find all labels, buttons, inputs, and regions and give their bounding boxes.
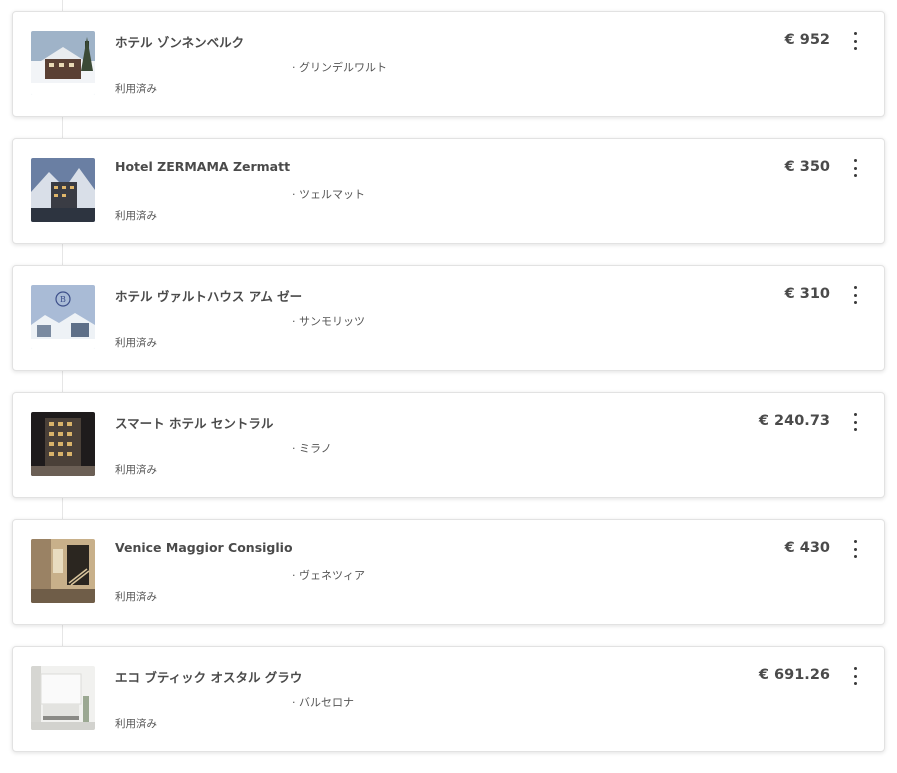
hotel-city: · サンモリッツ — [292, 315, 365, 328]
hotel-name[interactable]: エコ ブティック オスタル グラウ — [115, 667, 302, 686]
hotel-name[interactable]: ホテル ゾンネンベルク — [115, 32, 244, 51]
booking-price: € 430 — [784, 540, 830, 556]
booking-price: € 240.73 — [758, 413, 830, 429]
booking-card[interactable]: Hotel ZERMAMA Zermatt · ツェルマット 利用済み € 35… — [12, 138, 885, 244]
booking-card[interactable]: Venice Maggior Consiglio · ヴェネツィア 利用済み €… — [12, 519, 885, 625]
booking-price: € 691.26 — [758, 667, 830, 683]
more-options-icon[interactable] — [848, 667, 862, 685]
hotel-city: · ツェルマット — [292, 188, 365, 201]
hotel-photo — [31, 539, 95, 603]
hotel-name[interactable]: Venice Maggior Consiglio — [115, 540, 293, 555]
booking-card[interactable]: エコ ブティック オスタル グラウ · バルセロナ 利用済み € 691.26 — [12, 646, 885, 752]
booking-list: ホテル ゾンネンベルク · グリンデルワルト 利用済み € 952 Hotel … — [12, 11, 885, 773]
more-options-icon[interactable] — [848, 413, 862, 431]
hotel-name[interactable]: ホテル ヴァルトハウス アム ゼー — [115, 286, 302, 305]
hotel-photo — [31, 31, 95, 95]
hotel-city: · バルセロナ — [292, 696, 354, 709]
hotel-photo — [31, 666, 95, 730]
booking-price: € 310 — [784, 286, 830, 302]
hotel-photo — [31, 412, 95, 476]
booking-price: € 952 — [784, 32, 830, 48]
booking-card[interactable]: B ホテル ヴァルトハウス アム ゼー · サンモリッツ 利用済み € 310 — [12, 265, 885, 371]
booking-status: 利用済み — [115, 718, 157, 730]
booking-status: 利用済み — [115, 83, 157, 95]
more-options-icon[interactable] — [848, 159, 862, 177]
booking-price: € 350 — [784, 159, 830, 175]
booking-card[interactable]: スマート ホテル セントラル · ミラノ 利用済み € 240.73 — [12, 392, 885, 498]
more-options-icon[interactable] — [848, 32, 862, 50]
booking-status: 利用済み — [115, 337, 157, 349]
more-options-icon[interactable] — [848, 286, 862, 304]
hotel-photo: B — [31, 285, 95, 349]
booking-status: 利用済み — [115, 210, 157, 222]
booking-status: 利用済み — [115, 464, 157, 476]
booking-status: 利用済み — [115, 591, 157, 603]
svg-text:B: B — [60, 295, 66, 304]
hotel-city: · ヴェネツィア — [292, 569, 365, 582]
hotel-name[interactable]: Hotel ZERMAMA Zermatt — [115, 159, 290, 174]
booking-card[interactable]: ホテル ゾンネンベルク · グリンデルワルト 利用済み € 952 — [12, 11, 885, 117]
hotel-city: · ミラノ — [292, 442, 332, 455]
hotel-photo — [31, 158, 95, 222]
hotel-name[interactable]: スマート ホテル セントラル — [115, 413, 273, 432]
hotel-city: · グリンデルワルト — [292, 61, 387, 74]
more-options-icon[interactable] — [848, 540, 862, 558]
